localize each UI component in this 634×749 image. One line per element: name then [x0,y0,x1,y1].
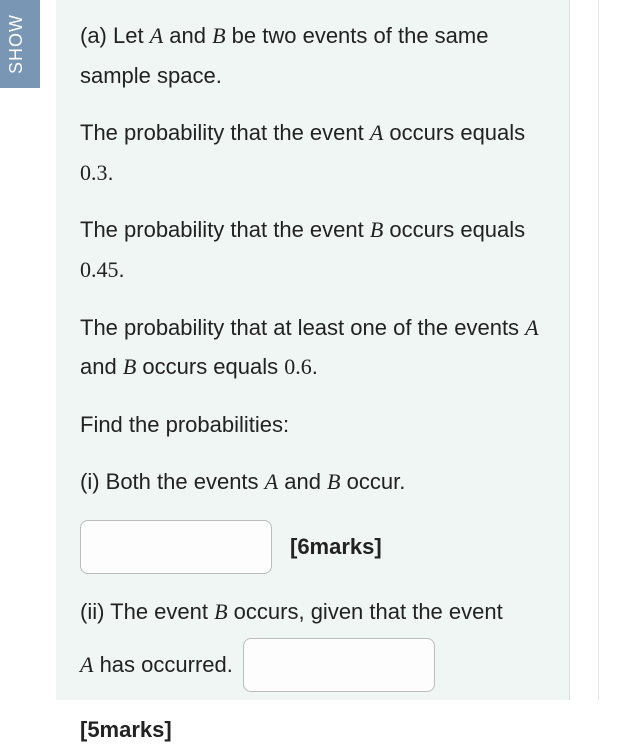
prob-a-statement: The probability that the event A occurs … [80,113,545,192]
prob-union-statement: The probability that at least one of the… [80,308,545,387]
show-tab-label: SHOW [6,14,26,74]
part-i-answer-row: [6marks] [80,520,545,574]
text: occurs equals [136,354,284,379]
part-ii: (ii) The event B occurs, given that the … [80,592,545,632]
text: (ii) The event [80,599,214,624]
question-panel: (a) Let A and B be two events of the sam… [56,0,570,700]
var-b: B [327,469,340,494]
part-i: (i) Both the events A and B occur. [80,462,545,502]
text: occur. [341,469,406,494]
var-a: A [150,23,163,48]
text: occurs equals [383,120,525,145]
text: . [119,257,125,282]
text: . [312,354,318,379]
var-a: A [80,652,93,677]
right-strip [598,0,634,700]
text: and [163,23,212,48]
value: 0.45 [80,257,119,282]
var-b: B [214,599,227,624]
text: . [108,160,114,185]
part-ii-line2: A has occurred. [80,638,545,692]
marks-ii: [5marks] [80,710,545,749]
marks-i: [6marks] [290,534,382,560]
var-a: A [525,315,538,340]
var-b: B [123,354,136,379]
text: and [278,469,327,494]
prob-b-statement: The probability that the event B occurs … [80,210,545,289]
find-heading: Find the probabilities: [80,405,545,445]
var-b: B [370,217,383,242]
value: 0.6 [284,354,312,379]
text: (i) Both the events [80,469,265,494]
text: The probability that the event [80,120,370,145]
show-tab[interactable]: SHOW [0,0,40,88]
var-a: A [370,120,383,145]
value: 0.3 [80,160,108,185]
text: (a) Let [80,23,150,48]
var-b: B [212,23,225,48]
part-a-intro: (a) Let A and B be two events of the sam… [80,16,545,95]
text: occurs equals [383,217,525,242]
text: and [80,354,123,379]
var-a: A [265,469,278,494]
text: The probability that the event [80,217,370,242]
answer-input-ii[interactable] [243,638,435,692]
text: occurs, given that the event [228,599,503,624]
answer-input-i[interactable] [80,520,272,574]
text: has occurred. [93,652,232,677]
text: The probability that at least one of the… [80,315,525,340]
